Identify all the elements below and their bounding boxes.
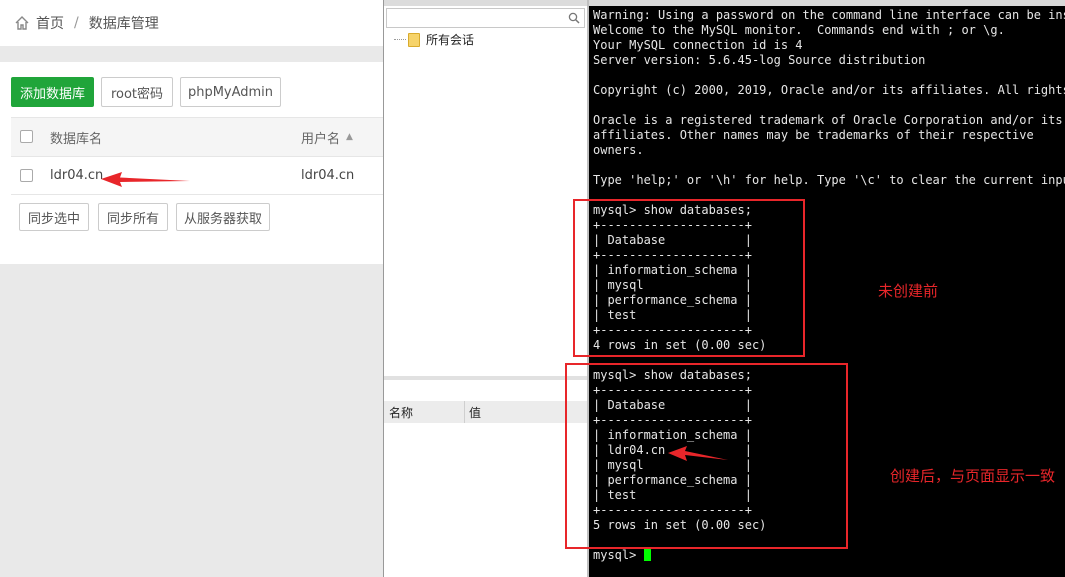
row-username: ldr04.cn (301, 168, 355, 183)
properties-header: 名称 值 (384, 401, 587, 423)
terminal-line: Welcome to the MySQL monitor. Commands e… (593, 23, 1005, 37)
red-arrow-terminal (668, 446, 728, 461)
session-search-input[interactable] (386, 8, 585, 28)
sort-asc-icon[interactable]: ▲ (346, 132, 353, 142)
terminal-line: Oracle is a registered trademark of Orac… (593, 113, 1063, 127)
add-database-button[interactable]: 添加数据库 (11, 77, 94, 107)
table-header: 数据库名 用户名 ▲ (11, 117, 383, 157)
breadcrumb-home[interactable]: 首页 (36, 13, 64, 33)
terminal-cursor (643, 548, 651, 561)
prop-col-value[interactable]: 值 (469, 404, 481, 421)
terminal-titlebar (589, 0, 1065, 6)
terminal-line: Your MySQL connection id is 4 (593, 38, 803, 52)
terminal-line: Type 'help;' or '\h' for help. Type '\c'… (593, 173, 1065, 187)
sync-selected-button[interactable]: 同步选中 (19, 203, 89, 231)
session-pane: 所有会话 名称 值 (383, 0, 587, 577)
annotation-before: 未创建前 (878, 282, 939, 300)
column-divider[interactable] (464, 401, 465, 423)
terminal-line: Copyright (c) 2000, 2019, Oracle and/or … (593, 83, 1065, 97)
tree-item-all-sessions[interactable]: 所有会话 (394, 31, 474, 48)
session-pane-titlebar (384, 0, 587, 6)
db-manager-pane: 首页 / 数据库管理 添加数据库 root密码 phpMyAdmin 数据库名 … (0, 0, 383, 577)
prop-col-name[interactable]: 名称 (389, 404, 413, 421)
sync-all-button[interactable]: 同步所有 (98, 203, 168, 231)
terminal-line: Server version: 5.6.45-log Source distri… (593, 53, 926, 67)
terminal-line: affiliates. Other names may be trademark… (593, 128, 1034, 142)
terminal-prompt: mysql> (593, 548, 644, 562)
db-panel: 添加数据库 root密码 phpMyAdmin 数据库名 用户名 ▲ ldr04… (0, 62, 383, 264)
select-all-checkbox[interactable] (20, 130, 33, 143)
breadcrumb-separator: / (74, 15, 79, 31)
header-username-label: 用户名 (301, 131, 341, 147)
folder-icon (408, 32, 420, 47)
annotation-after: 创建后，与页面显示一致 (890, 467, 1056, 485)
breadcrumb: 首页 / 数据库管理 (0, 0, 383, 46)
terminal-line: Warning: Using a password on the command… (593, 8, 1065, 22)
home-icon[interactable] (14, 15, 30, 31)
red-arrow-db-row (101, 172, 190, 187)
header-username[interactable]: 用户名 ▲ (301, 118, 353, 156)
breadcrumb-current: 数据库管理 (88, 16, 159, 32)
row-db-name: ldr04.cn (50, 168, 104, 183)
table-row: ldr04.cn ldr04.cn (11, 157, 383, 195)
tree-item-label: 所有会话 (426, 33, 475, 47)
database-table: 数据库名 用户名 ▲ ldr04.cn ldr04.cn (11, 117, 383, 195)
phpmyadmin-button[interactable]: phpMyAdmin (180, 77, 281, 107)
row-checkbox[interactable] (20, 169, 33, 182)
pane-splitter[interactable] (384, 376, 587, 380)
root-password-button[interactable]: root密码 (101, 77, 173, 107)
header-db-name: 数据库名 (50, 131, 103, 147)
search-icon[interactable] (568, 12, 580, 24)
tree-connector (394, 39, 406, 40)
terminal-line: owners. (593, 143, 644, 157)
fetch-from-server-button[interactable]: 从服务器获取 (176, 203, 270, 231)
annotation-box-before (573, 199, 805, 357)
